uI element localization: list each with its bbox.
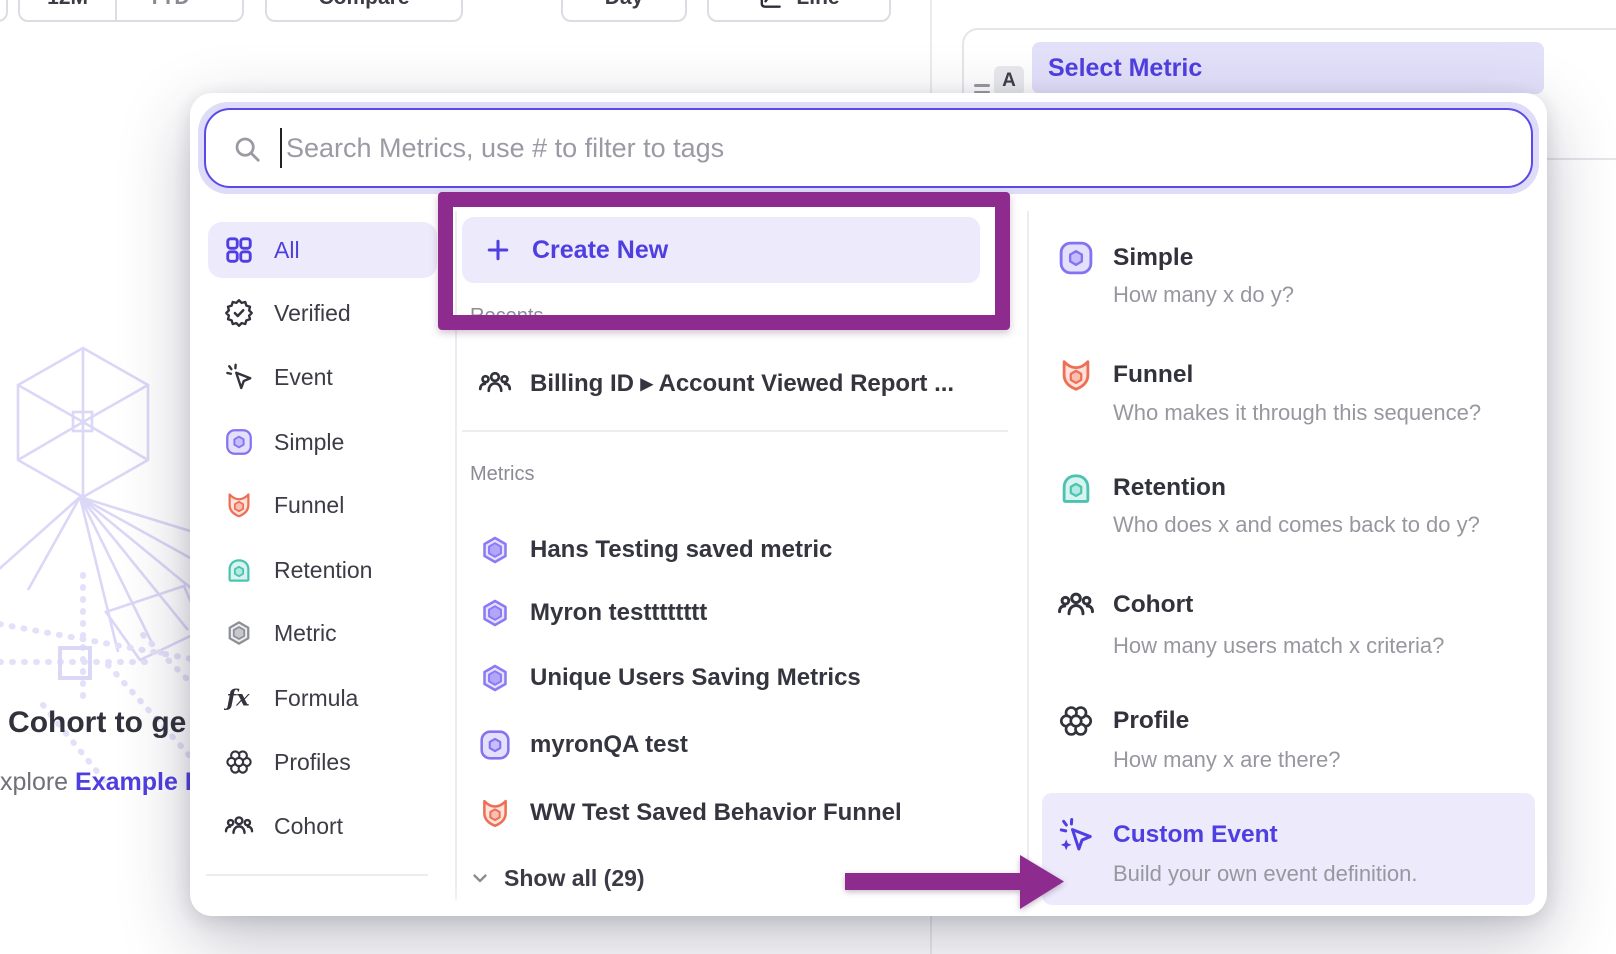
range-ytd-label: YTD: [148, 0, 190, 10]
event-cursor-icon: [224, 362, 254, 392]
funnel-icon: [1057, 356, 1095, 394]
type-profile[interactable]: Profile: [1113, 704, 1189, 738]
clipped-toolbar-button[interactable]: [0, 0, 8, 22]
type-cohort[interactable]: Cohort: [1113, 588, 1193, 622]
date-range-group: 12M YTD: [18, 0, 244, 22]
column-divider: [455, 211, 457, 901]
simple-chip-icon: [224, 427, 254, 457]
metrics-header: Metrics: [470, 463, 534, 486]
funnel-icon: [478, 796, 512, 830]
sidebar-item-profiles[interactable]: Profiles: [202, 734, 438, 790]
simple-chip-icon: [1057, 239, 1095, 277]
cohort-people-icon: [478, 366, 512, 400]
recent-item[interactable]: Billing ID ▸ Account Viewed Report ...: [478, 355, 1018, 411]
sidebar-item-event[interactable]: Event: [202, 349, 438, 405]
section-divider: [462, 430, 1008, 432]
text-caret: [280, 128, 282, 168]
simple-chip-icon: [478, 728, 512, 762]
type-retention[interactable]: Retention: [1113, 471, 1226, 505]
type-funnel[interactable]: Funnel: [1113, 358, 1193, 392]
metric-picker-modal: All Verified Event Simple Funnel Retenti…: [190, 93, 1547, 916]
compare-button[interactable]: Compare: [265, 0, 463, 22]
profiles-cluster-icon: [1057, 702, 1095, 740]
show-all-button[interactable]: Show all (29): [468, 850, 645, 906]
sidebar-item-funnel[interactable]: Funnel: [202, 477, 438, 533]
grid-icon: [224, 235, 254, 265]
compare-label: Compare: [318, 0, 409, 10]
create-new-button[interactable]: Create New: [462, 217, 980, 283]
metric-list-item[interactable]: Hans Testing saved metric: [478, 522, 1018, 578]
series-badge: A: [994, 66, 1024, 96]
sidebar-item-clipped[interactable]: T: [202, 899, 438, 916]
range-12m-label: 12M: [47, 0, 88, 10]
empty-state-headline: r Cohort to ge: [0, 706, 186, 740]
profiles-cluster-icon: [224, 747, 254, 777]
retention-icon: [224, 555, 254, 585]
sidebar-item-metric[interactable]: Metric: [202, 605, 438, 661]
line-label: Line: [796, 0, 839, 10]
range-ytd-button[interactable]: YTD: [115, 0, 242, 20]
search-icon: [232, 134, 262, 164]
type-simple-desc: How many x do y?: [1113, 280, 1294, 310]
metric-list-item[interactable]: WW Test Saved Behavior Funnel: [478, 785, 1018, 841]
day-granularity-button[interactable]: Day: [561, 0, 687, 22]
type-profile-desc: How many x are there?: [1113, 745, 1340, 775]
retention-icon: [1057, 469, 1095, 507]
funnel-icon: [224, 490, 254, 520]
screen: 12M YTD Compare Day Line A Select Metric: [0, 0, 1616, 954]
metric-list-item[interactable]: Unique Users Saving Metrics: [478, 650, 1018, 706]
sidebar-item-cohort[interactable]: Cohort: [202, 798, 438, 854]
line-chart-type-button[interactable]: Line: [707, 0, 891, 22]
formula-icon: [224, 683, 254, 713]
recents-header: Recents: [470, 305, 543, 328]
type-simple[interactable]: Simple: [1113, 241, 1193, 275]
range-12m-button[interactable]: 12M: [20, 0, 115, 20]
sidebar-item-simple[interactable]: Simple: [202, 414, 438, 470]
search-input[interactable]: [204, 108, 1533, 188]
metric-hexagon-icon: [478, 533, 512, 567]
metric-hexagon-icon: [224, 618, 254, 648]
sidebar-item-formula[interactable]: Formula: [202, 670, 438, 726]
cohort-people-icon: [1057, 586, 1095, 624]
metric-hexagon-icon: [478, 661, 512, 695]
metric-list-item[interactable]: myronQA test: [478, 717, 1018, 773]
sidebar-item-all[interactable]: All: [202, 222, 438, 278]
type-custom-event-desc: Build your own event definition.: [1113, 859, 1418, 889]
plus-icon: [484, 236, 512, 264]
line-chart-icon: [758, 0, 784, 11]
example-reports-link[interactable]: Example R: [75, 768, 203, 796]
select-metric-pill[interactable]: Select Metric: [1032, 42, 1544, 94]
type-custom-event[interactable]: Custom Event: [1113, 818, 1278, 852]
column-divider: [1027, 211, 1029, 901]
metric-hexagon-icon: [478, 596, 512, 630]
caret-down-icon: [196, 0, 212, 6]
custom-event-cursor-icon: [1057, 816, 1095, 854]
sidebar-item-verified[interactable]: Verified: [202, 285, 438, 341]
verified-badge-icon: [224, 298, 254, 328]
sidebar-item-retention[interactable]: Retention: [202, 542, 438, 598]
chevron-down-icon: [468, 866, 492, 890]
type-retention-desc: Who does x and comes back to do y?: [1113, 510, 1480, 540]
sidebar-divider: [206, 874, 428, 876]
type-cohort-desc: How many users match x criteria?: [1113, 631, 1444, 661]
empty-state-explore: xplore Example R: [0, 768, 203, 797]
cohort-people-icon: [224, 811, 254, 841]
type-funnel-desc: Who makes it through this sequence?: [1113, 398, 1481, 428]
day-label: Day: [605, 0, 644, 10]
tag-icon: [224, 912, 254, 916]
metric-list-item[interactable]: Myron testttttttt: [478, 585, 1018, 641]
